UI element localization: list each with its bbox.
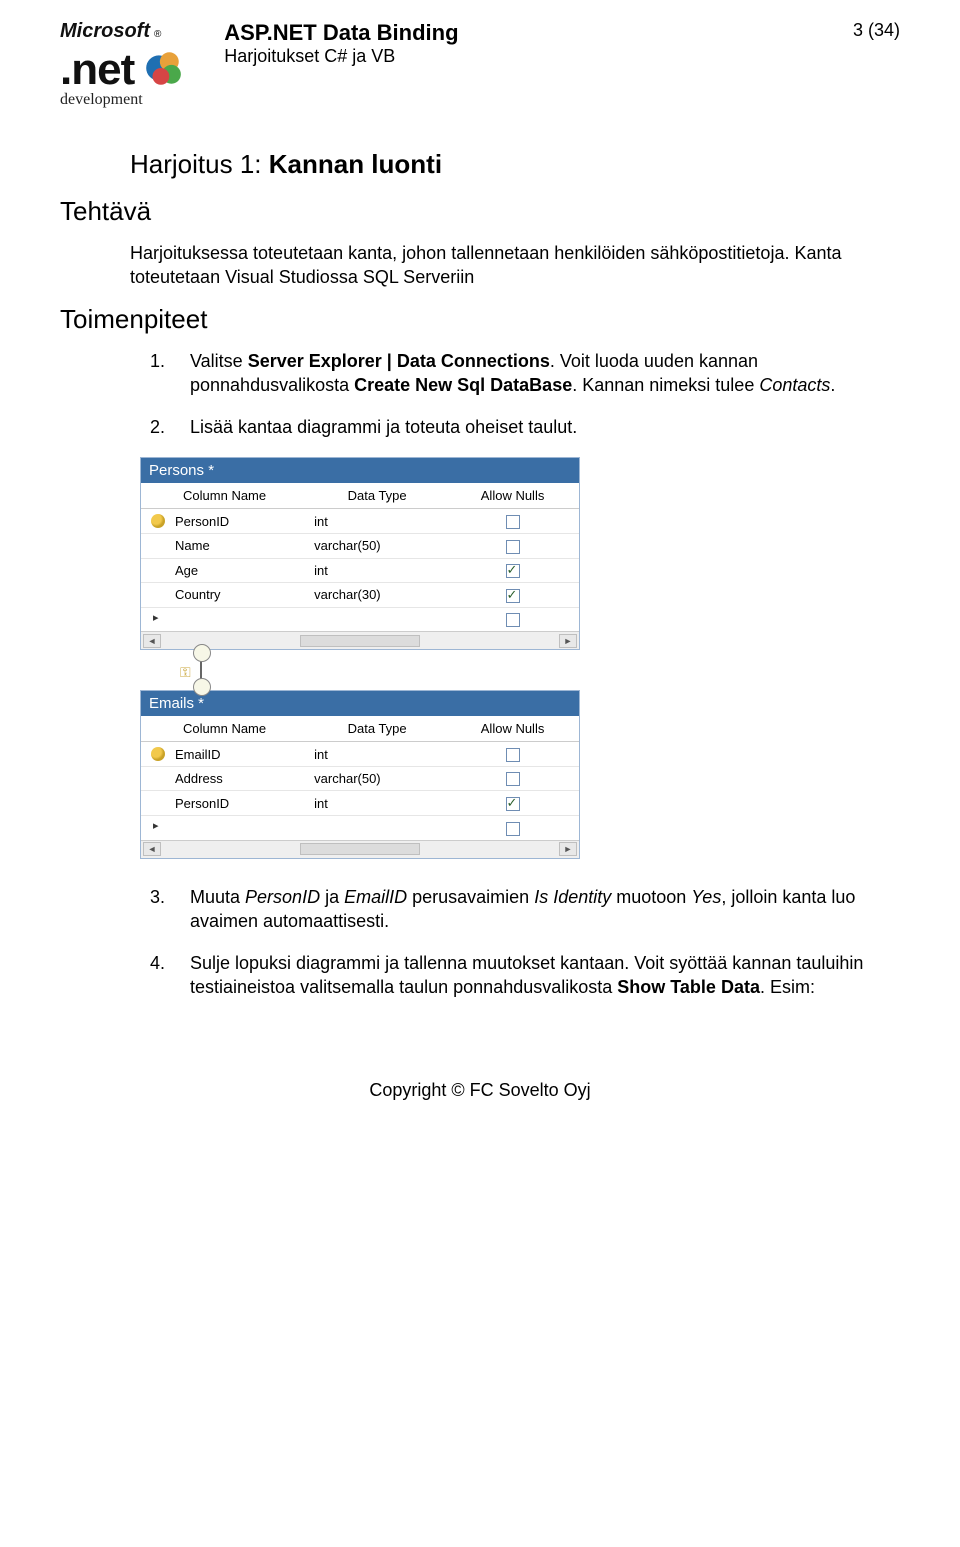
step-body: Valitse Server Explorer | Data Connectio… xyxy=(190,349,880,398)
page-number: 3 (34) xyxy=(853,20,900,41)
pk-icon: PersonID xyxy=(141,509,308,534)
scroll-right-icon: ► xyxy=(559,842,577,856)
col-header-nulls: Allow Nulls xyxy=(446,483,579,509)
checkbox-icon xyxy=(506,822,520,836)
checkbox-checked-icon xyxy=(506,797,520,811)
dotnet-icon xyxy=(142,47,184,94)
scroll-left-icon: ◄ xyxy=(143,634,161,648)
checkbox-icon xyxy=(506,772,520,786)
col-header-type: Data Type xyxy=(308,716,446,742)
persons-title: Persons * xyxy=(141,458,579,483)
table-row: Name varchar(50) xyxy=(141,534,579,559)
table-row: Country varchar(30) xyxy=(141,583,579,608)
table-row: Age int xyxy=(141,558,579,583)
checkbox-checked-icon xyxy=(506,564,520,578)
steps-list: 1. Valitse Server Explorer | Data Connec… xyxy=(150,349,880,440)
scroll-thumb xyxy=(300,843,420,855)
content-area: Harjoitus 1: Kannan luonti Tehtävä Harjo… xyxy=(130,149,880,1000)
step-1: 1. Valitse Server Explorer | Data Connec… xyxy=(150,349,880,398)
relation-connector: ⚿ xyxy=(200,650,202,690)
logo-development: development xyxy=(60,91,143,109)
col-header-nulls: Allow Nulls xyxy=(446,716,579,742)
checkbox-icon xyxy=(506,748,520,762)
page-header: Microsoft ® .net development ASP.NET Dat… xyxy=(60,20,900,109)
step-3: 3. Muuta PersonID ja EmailID perusavaimi… xyxy=(150,885,880,934)
checkbox-checked-icon xyxy=(506,589,520,603)
emails-title: Emails * xyxy=(141,691,579,716)
title-bold: Kannan luonti xyxy=(269,149,442,179)
step-2: 2. Lisää kantaa diagrammi ja toteuta ohe… xyxy=(150,415,880,439)
table-row: PersonID int xyxy=(141,791,579,816)
heading-task: Tehtävä xyxy=(60,196,880,227)
step-body: Muuta PersonID ja EmailID perusavaimien … xyxy=(190,885,880,934)
relation-key-icon: ⚿ xyxy=(180,664,191,681)
table-row: Address varchar(50) xyxy=(141,766,579,791)
scrollbar: ◄ ► xyxy=(141,840,579,858)
pk-icon: EmailID xyxy=(141,742,308,767)
scroll-thumb xyxy=(300,635,420,647)
scroll-left-icon: ◄ xyxy=(143,842,161,856)
title-prefix: Harjoitus 1: xyxy=(130,149,269,179)
doc-title: ASP.NET Data Binding xyxy=(224,20,853,46)
checkbox-icon xyxy=(506,515,520,529)
checkbox-icon xyxy=(506,540,520,554)
logo-microsoft: Microsoft xyxy=(60,20,150,43)
checkbox-icon xyxy=(506,613,520,627)
exercise-title: Harjoitus 1: Kannan luonti xyxy=(130,149,880,180)
db-diagram: Persons * Column Name Data Type Allow Nu… xyxy=(140,457,880,858)
doc-subtitle: Harjoitukset C# ja VB xyxy=(224,46,853,67)
logo-dotnet: .net xyxy=(60,45,134,95)
task-paragraph: Harjoituksessa toteutetaan kanta, johon … xyxy=(130,241,880,290)
persons-columns-grid: Column Name Data Type Allow Nulls Person… xyxy=(141,483,579,631)
step-body: Lisää kantaa diagrammi ja toteuta oheise… xyxy=(190,415,577,439)
heading-steps: Toimenpiteet xyxy=(60,304,880,335)
col-header-name: Column Name xyxy=(141,483,308,509)
doc-title-block: ASP.NET Data Binding Harjoitukset C# ja … xyxy=(224,20,853,67)
step-number: 4. xyxy=(150,951,172,1000)
step-number: 1. xyxy=(150,349,172,398)
table-row-empty xyxy=(141,815,579,839)
table-row: EmailID int xyxy=(141,742,579,767)
table-row-empty xyxy=(141,607,579,631)
scroll-right-icon: ► xyxy=(559,634,577,648)
emails-columns-grid: Column Name Data Type Allow Nulls EmailI… xyxy=(141,716,579,839)
step-number: 2. xyxy=(150,415,172,439)
steps-list-cont: 3. Muuta PersonID ja EmailID perusavaimi… xyxy=(150,885,880,1000)
footer-copyright: Copyright © FC Sovelto Oyj xyxy=(60,1080,900,1101)
step-4: 4. Sulje lopuksi diagrammi ja tallenna m… xyxy=(150,951,880,1000)
logo-registered: ® xyxy=(154,29,161,40)
persons-table-designer: Persons * Column Name Data Type Allow Nu… xyxy=(140,457,580,650)
col-header-name: Column Name xyxy=(141,716,308,742)
logo-block: Microsoft ® .net development xyxy=(60,20,184,109)
emails-table-designer: Emails * Column Name Data Type Allow Nul… xyxy=(140,690,580,858)
table-row: PersonID int xyxy=(141,509,579,534)
col-header-type: Data Type xyxy=(308,483,446,509)
step-body: Sulje lopuksi diagrammi ja tallenna muut… xyxy=(190,951,880,1000)
step-number: 3. xyxy=(150,885,172,934)
